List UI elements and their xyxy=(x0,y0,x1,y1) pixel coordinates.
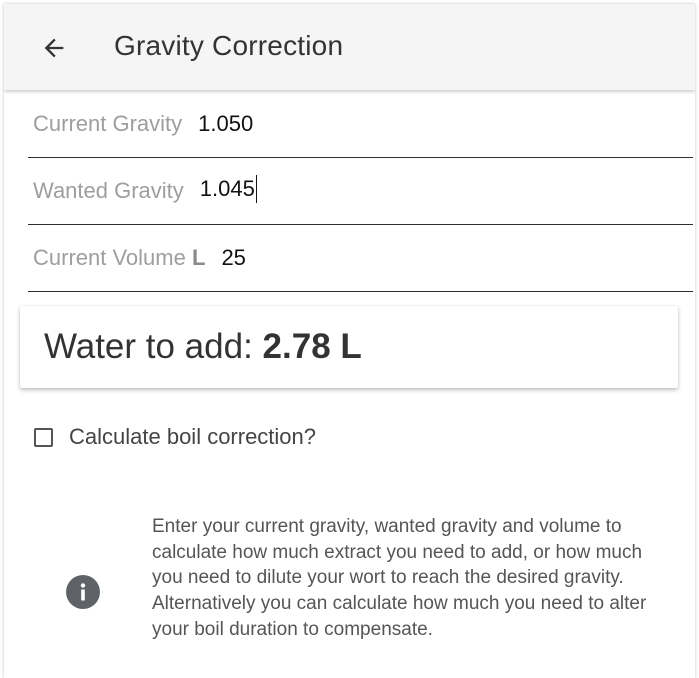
back-button[interactable] xyxy=(34,28,74,68)
result-label: Water to add: xyxy=(44,327,253,366)
app-bar: Gravity Correction xyxy=(4,4,695,90)
app-window: Gravity Correction Current Gravity 1.050… xyxy=(4,4,695,678)
wanted-gravity-input[interactable]: 1.045 xyxy=(199,174,258,204)
wanted-gravity-value: 1.045 xyxy=(199,176,255,202)
arrow-left-icon xyxy=(44,38,64,58)
current-gravity-field[interactable]: Current Gravity 1.050 xyxy=(28,90,693,158)
boil-correction-checkbox[interactable] xyxy=(34,427,53,447)
info-glyph xyxy=(80,583,86,601)
current-gravity-label: Current Gravity xyxy=(33,110,183,136)
wanted-gravity-field[interactable]: Wanted Gravity 1.045 xyxy=(28,157,693,225)
boil-correction-label[interactable]: Calculate boil correction? xyxy=(69,424,316,450)
info-description: Enter your current gravity, wanted gravi… xyxy=(152,516,647,640)
result-card: Water to add: 2.78 L xyxy=(20,306,678,388)
current-volume-field[interactable]: Current Volume L 25 xyxy=(28,224,693,292)
wanted-gravity-label: Wanted Gravity xyxy=(33,177,184,203)
current-gravity-input[interactable]: 1.050 xyxy=(198,111,253,137)
result-text: Water to add: 2.78 L xyxy=(44,327,362,367)
page-title: Gravity Correction xyxy=(114,30,344,61)
info-icon xyxy=(66,575,100,609)
current-volume-label: Current Volume L xyxy=(33,245,205,271)
current-volume-input[interactable]: 25 xyxy=(221,245,245,271)
boil-correction-row[interactable]: Calculate boil correction? xyxy=(34,424,316,450)
text-cursor xyxy=(255,174,258,203)
result-value: 2.78 L xyxy=(262,327,362,366)
volume-unit: L xyxy=(191,244,206,270)
current-volume-label-text: Current Volume xyxy=(33,244,186,270)
